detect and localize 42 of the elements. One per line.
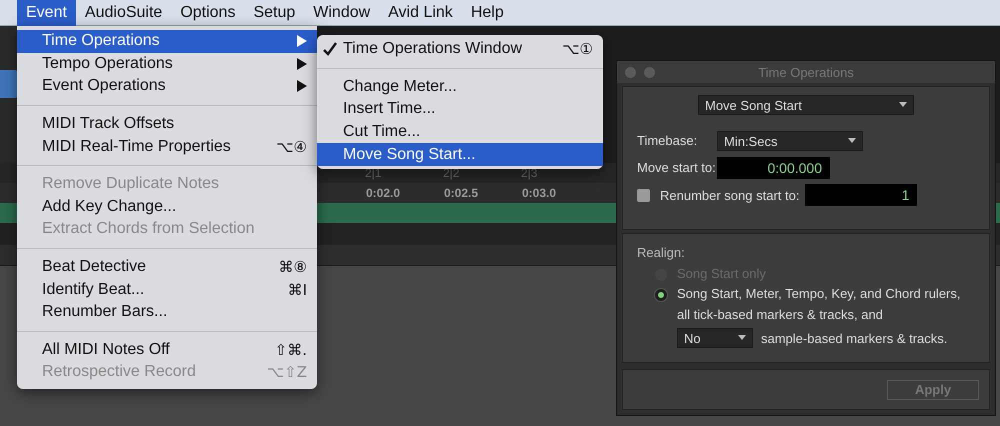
menu-bar-item[interactable]: Setup	[244, 0, 304, 26]
operation-dropdown[interactable]: Move Song Start	[698, 95, 914, 115]
menu-item[interactable]: Time Operations Window ⌥①	[317, 38, 603, 61]
realign-label: Realign:	[637, 244, 686, 262]
renumber-field[interactable]: 1	[805, 184, 918, 206]
menu-item[interactable]: Event Operations	[17, 75, 317, 98]
menu-item[interactable]: Add Key Change...	[17, 196, 317, 218]
bar-label: 2|1	[365, 165, 382, 182]
menu-item[interactable]: Beat Detective ⌘⑧	[17, 256, 317, 278]
option-label: sample-based markers & tracks.	[761, 330, 948, 346]
timebase-label: Timebase:	[637, 132, 698, 150]
menu-bar-item[interactable]: Event	[17, 0, 76, 26]
menu-item[interactable]: All MIDI Notes Off ⇧⌘.	[17, 338, 317, 362]
radio-button[interactable]	[655, 289, 667, 301]
menu-bar-item[interactable]: Help	[462, 0, 513, 26]
menu-item[interactable]: Move Song Start...	[317, 143, 603, 166]
menu-item[interactable]: Cut Time...	[317, 120, 603, 144]
checkbox[interactable]	[637, 188, 650, 202]
menu-item[interactable]: Identify Beat... ⌘I	[17, 278, 317, 301]
menu-item[interactable]: MIDI Track Offsets	[17, 112, 317, 136]
timebase-dropdown[interactable]: Min:Secs	[717, 131, 863, 151]
sample-based-dropdown[interactable]: No	[677, 328, 753, 348]
menu-item[interactable]: Change Meter...	[317, 76, 603, 98]
time-label: 0:03.0	[522, 185, 558, 202]
time-label: 0:02.5	[444, 185, 480, 202]
option-label: all tick-based markers & tracks, and	[677, 307, 884, 322]
menu-bar-item[interactable]: Options	[171, 0, 244, 26]
renumber-label: Renumber song start to:	[660, 188, 800, 202]
menu-item[interactable]: Renumber Bars...	[17, 300, 317, 324]
menu-bar-item[interactable]: Window	[304, 0, 380, 26]
move-start-label: Move start to:	[637, 159, 717, 177]
window-title: Time Operations	[757, 64, 855, 80]
menu-item[interactable]: Tempo Operations	[17, 52, 317, 76]
menu-item[interactable]: MIDI Real-Time Properties ⌥④	[17, 135, 317, 158]
menu-bar-item[interactable]: AudioSuite	[76, 0, 172, 26]
menu-item[interactable]: Time Operations	[17, 30, 317, 53]
option-label: Song Start, Meter, Tempo, Key, and Chord rulers,	[677, 286, 960, 301]
menu-bar-item[interactable]: Avid Link	[379, 0, 462, 26]
nav-button[interactable]	[0, 70, 18, 98]
menu-item[interactable]: Insert Time...	[317, 98, 603, 121]
move-start-field[interactable]: 0:00.000	[717, 157, 830, 179]
time-label: 0:02.0	[366, 185, 402, 202]
